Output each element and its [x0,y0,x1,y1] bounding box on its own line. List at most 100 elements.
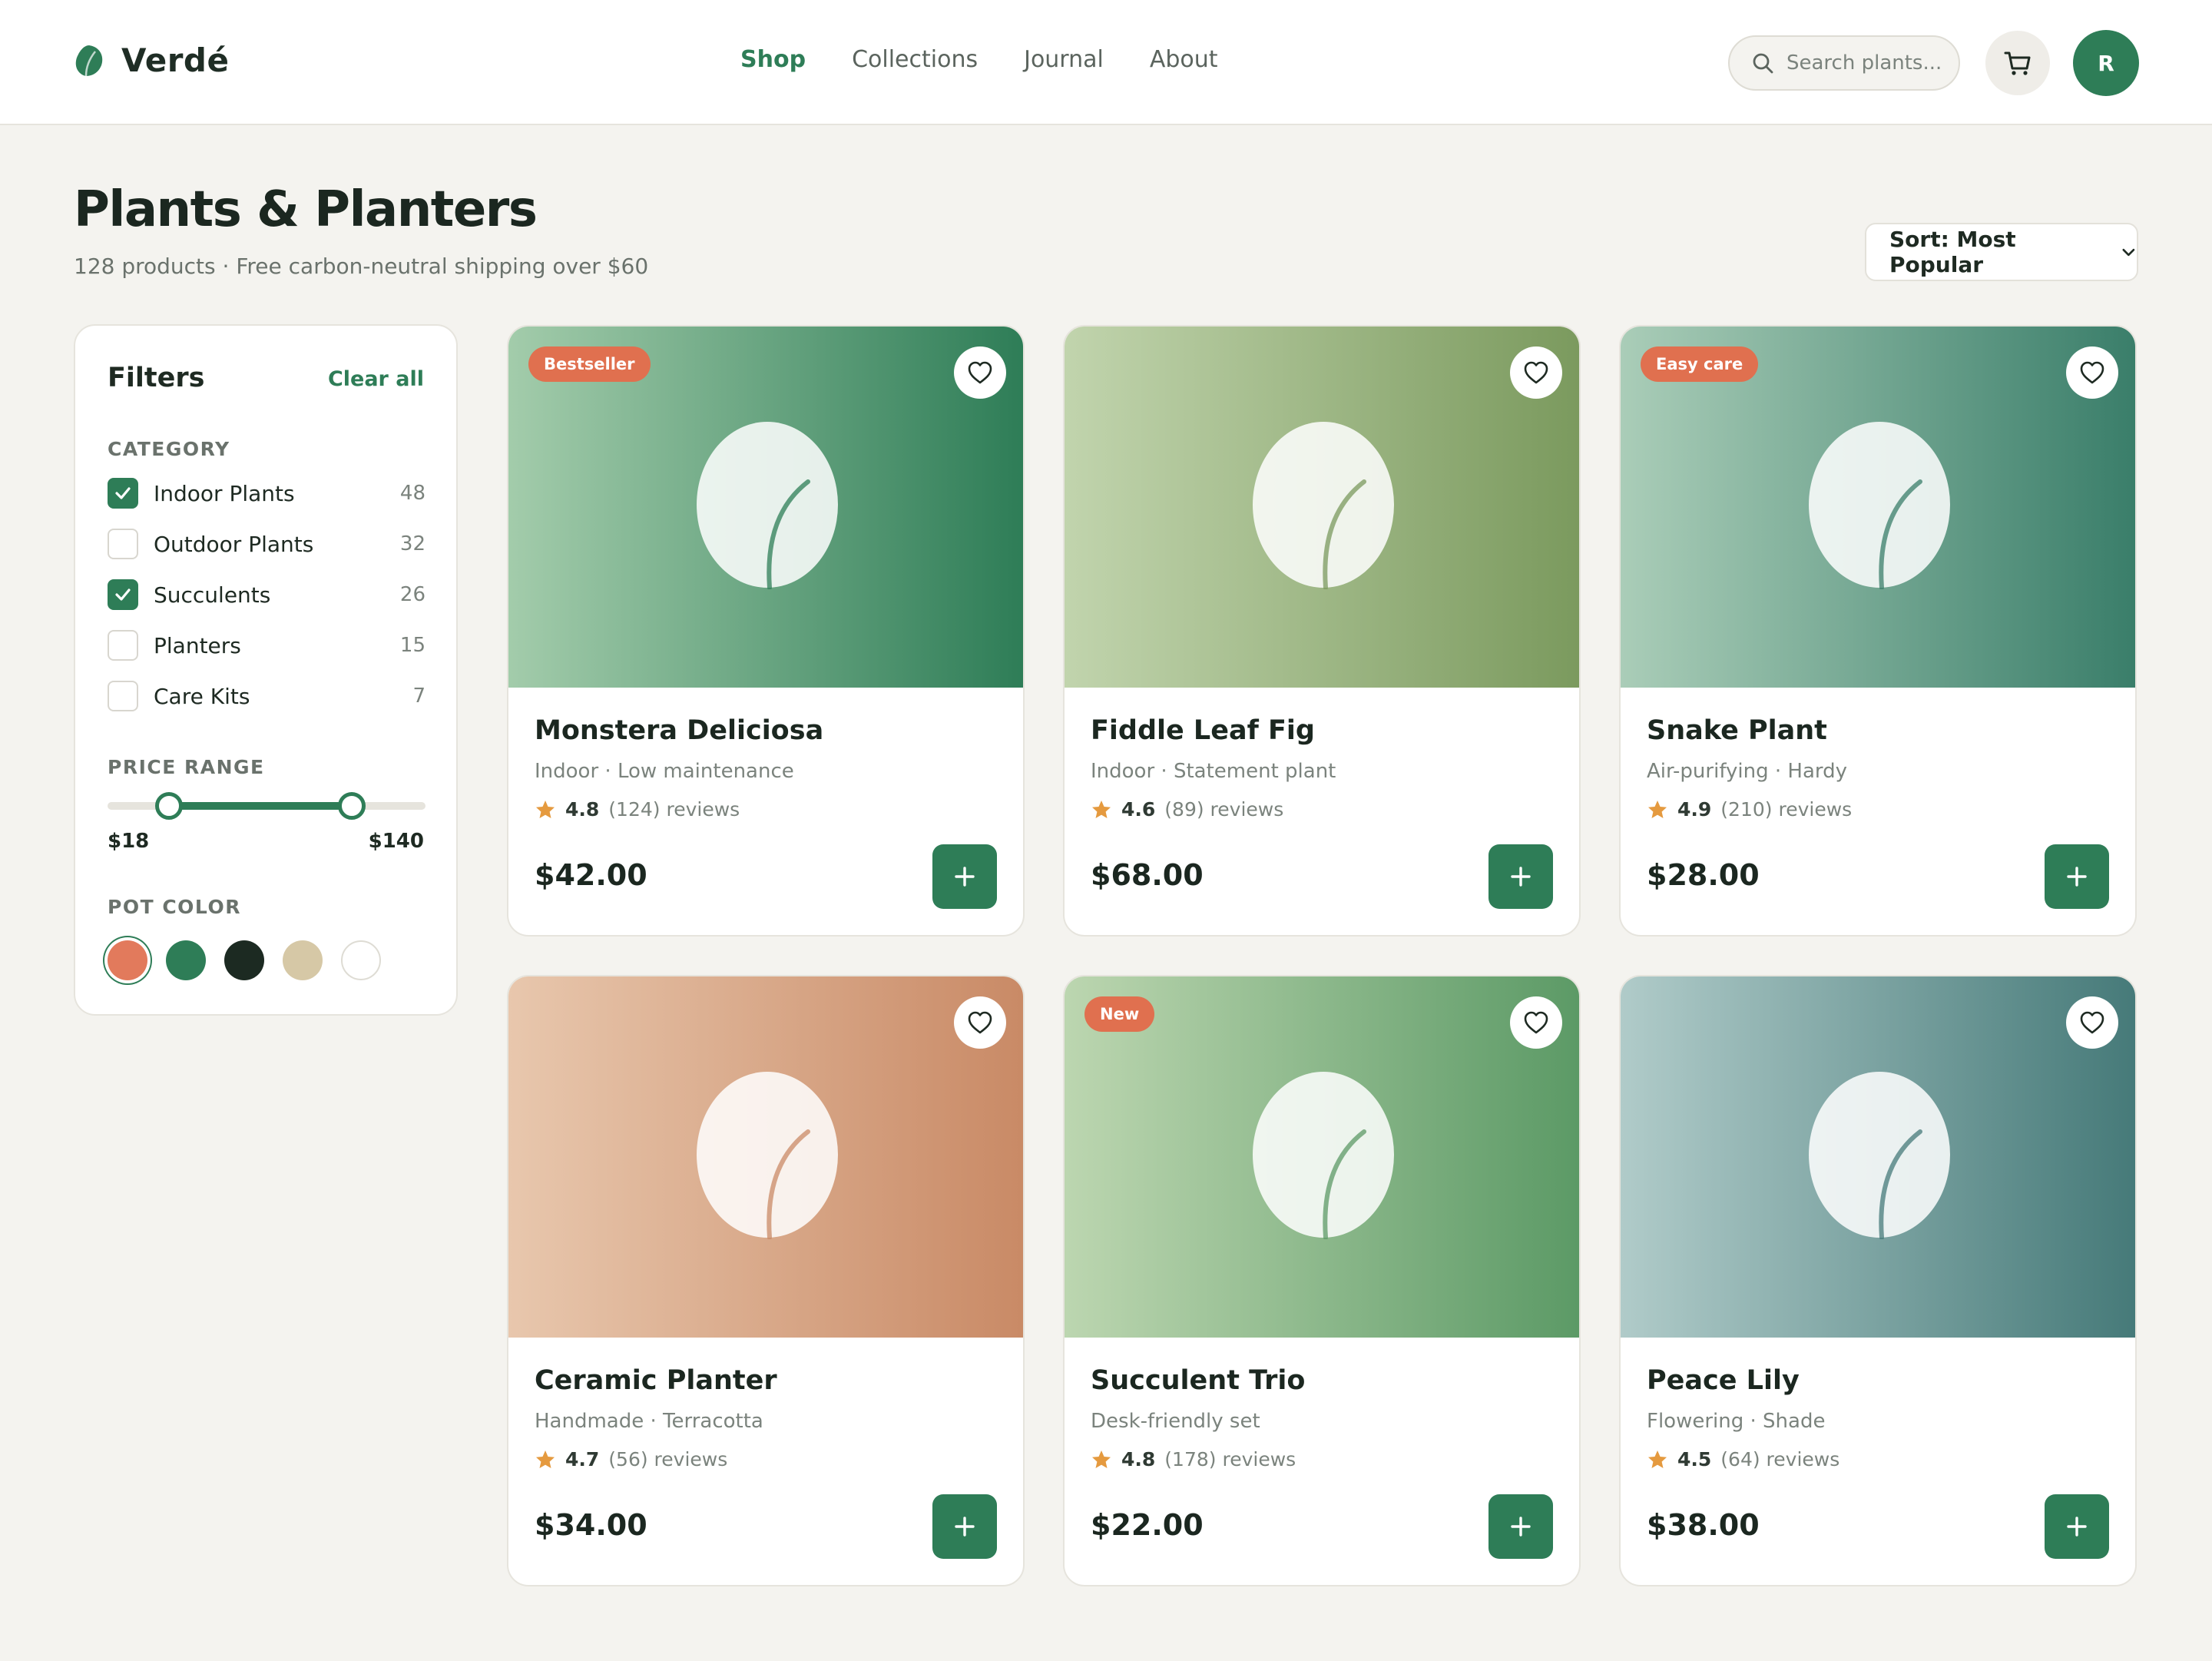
add-to-cart-button[interactable] [932,844,997,909]
category-checkbox[interactable] [108,681,138,711]
price-min-handle[interactable] [155,792,183,820]
product-name[interactable]: Succulent Trio [1091,1365,1305,1396]
price-range-heading: PRICE RANGE [108,756,265,778]
product-image[interactable]: New [1065,976,1579,1338]
product-rating: 4.6 (89) reviews [1091,798,1283,821]
favorite-button[interactable] [2066,346,2118,399]
product-name[interactable]: Snake Plant [1647,715,1827,746]
sort-dropdown[interactable]: Sort: Most Popular [1865,223,2138,281]
clear-all-button[interactable]: Clear all [328,367,424,391]
category-label: Care Kits [154,683,250,709]
brand[interactable]: Verdé [74,41,229,79]
product-image[interactable]: Easy care [1621,327,2135,688]
add-to-cart-button[interactable] [1488,1494,1553,1559]
category-checkbox[interactable] [108,529,138,559]
leaf-logo-icon [75,45,103,76]
favorite-button[interactable] [2066,996,2118,1049]
category-option[interactable]: Succulents 26 [108,578,426,612]
price-max-handle[interactable] [338,792,366,820]
add-to-cart-button[interactable] [932,1494,997,1559]
plus-icon [955,1517,975,1537]
pot-color-swatch[interactable] [283,940,323,980]
review-count: (178) reviews [1164,1448,1296,1470]
product-price: $38.00 [1647,1508,1760,1542]
heart-icon [2080,1011,2104,1034]
cart-icon [2004,51,2031,75]
product-card[interactable]: Ceramic Planter Handmade · Terracotta 4.… [507,975,1025,1586]
product-card[interactable]: New Succulent Trio Desk-friendly set 4.8… [1063,975,1581,1586]
product-name[interactable]: Monstera Deliciosa [535,715,823,746]
leaf-illustration-icon [1809,422,1950,589]
price-min-value: $18 [108,830,150,853]
rating-score: 4.8 [1121,1448,1156,1470]
favorite-button[interactable] [954,346,1006,399]
check-icon [115,487,131,499]
product-price: $22.00 [1091,1508,1204,1542]
product-card[interactable]: Fiddle Leaf Fig Indoor · Statement plant… [1063,325,1581,937]
star-icon [1092,800,1111,818]
category-count: 7 [412,685,426,708]
product-badge: Bestseller [528,346,651,382]
leaf-illustration-icon [1809,1072,1950,1239]
product-image[interactable]: Bestseller [508,327,1023,688]
product-image[interactable] [1065,327,1579,688]
star-icon [1648,1450,1667,1468]
add-to-cart-button[interactable] [1488,844,1553,909]
product-image[interactable] [508,976,1023,1338]
product-card[interactable]: Bestseller Monstera Deliciosa Indoor · L… [507,325,1025,937]
category-option[interactable]: Care Kits 7 [108,679,426,713]
product-card[interactable]: Peace Lily Flowering · Shade 4.5 (64) re… [1619,975,2137,1586]
pot-color-heading: POT COLOR [108,896,241,918]
product-name[interactable]: Ceramic Planter [535,1365,777,1396]
search-input[interactable] [1786,51,1955,75]
review-count: (64) reviews [1720,1448,1840,1470]
category-checkbox[interactable] [108,630,138,661]
nav-collections[interactable]: Collections [852,46,978,73]
pot-color-swatch[interactable] [341,940,381,980]
cart-button[interactable] [1985,31,2050,95]
product-price: $68.00 [1091,858,1204,892]
favorite-button[interactable] [1510,996,1562,1049]
product-meta: Desk-friendly set [1091,1410,1260,1433]
heart-icon [968,1011,992,1034]
category-count: 48 [399,482,426,505]
category-option[interactable]: Outdoor Plants 32 [108,527,426,561]
product-rating: 4.8 (178) reviews [1091,1448,1296,1470]
product-image[interactable] [1621,976,2135,1338]
product-price: $28.00 [1647,858,1760,892]
price-range-slider[interactable] [108,792,426,820]
search-box[interactable] [1728,35,1960,91]
heart-icon [1524,1011,1548,1034]
product-rating: 4.8 (124) reviews [535,798,740,821]
favorite-button[interactable] [1510,346,1562,399]
product-rating: 4.7 (56) reviews [535,1448,727,1470]
favorite-button[interactable] [954,996,1006,1049]
price-max-value: $140 [368,830,424,853]
nav-about[interactable]: About [1150,46,1218,73]
pot-color-swatch[interactable] [108,940,147,980]
add-to-cart-button[interactable] [2045,1494,2109,1559]
category-checkbox[interactable] [108,478,138,509]
category-label: Planters [154,632,241,658]
add-to-cart-button[interactable] [2045,844,2109,909]
filters-panel: Filters Clear all CATEGORY Indoor Plants… [74,324,458,1016]
review-count: (124) reviews [608,798,740,821]
plus-icon [955,867,975,887]
category-checkbox[interactable] [108,579,138,610]
user-avatar[interactable]: R [2073,30,2139,96]
pot-color-swatch[interactable] [166,940,206,980]
category-count: 26 [399,583,426,606]
product-card[interactable]: Easy care Snake Plant Air-purifying · Ha… [1619,325,2137,937]
heart-icon [2080,361,2104,384]
category-option[interactable]: Indoor Plants 48 [108,476,426,510]
nav-journal[interactable]: Journal [1024,46,1104,73]
check-icon [115,588,131,601]
category-option[interactable]: Planters 15 [108,628,426,662]
top-bar: Verdé Shop Collections Journal About R [0,0,2212,125]
sort-label: Sort: Most Popular [1889,227,2016,277]
pot-color-swatch[interactable] [224,940,264,980]
nav-shop[interactable]: Shop [740,46,806,73]
product-badge: Easy care [1641,346,1759,382]
product-name[interactable]: Fiddle Leaf Fig [1091,715,1315,746]
product-name[interactable]: Peace Lily [1647,1365,1800,1396]
